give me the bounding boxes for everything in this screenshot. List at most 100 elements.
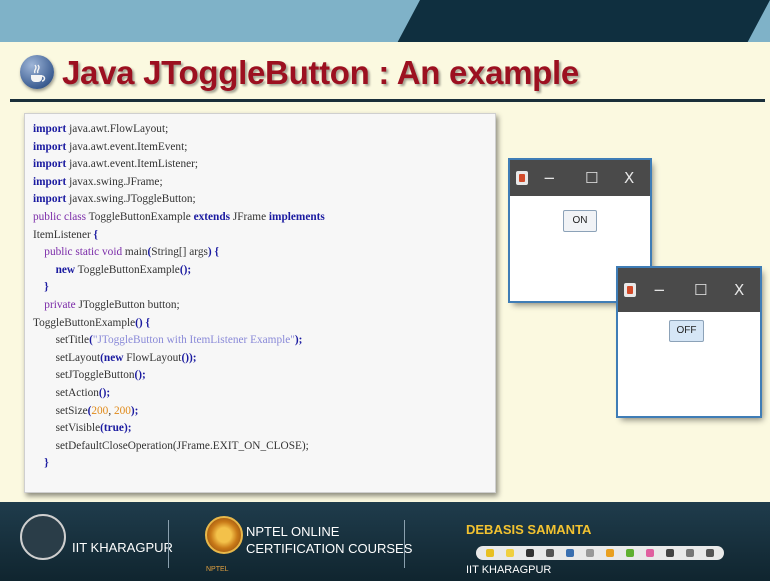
code-token: JFrame: [230, 210, 269, 223]
java-cup-icon: [20, 55, 54, 89]
code-token: "JToggleButton with ItemListener Example…: [92, 334, 295, 347]
code-listing: import java.awt.FlowLayout; import java.a…: [33, 121, 325, 473]
code-token: new: [55, 263, 76, 276]
code-token: ToggleButtonExample: [33, 316, 136, 329]
code-token: main: [122, 246, 148, 259]
line-tool-icon[interactable]: [606, 549, 614, 557]
code-line: import java.awt.FlowLayout;: [33, 121, 325, 139]
code-token: ();: [179, 263, 192, 276]
code-token: 200: [91, 404, 109, 417]
code-line: public static void main(String[] args) {: [33, 244, 325, 262]
slide-title: Java JToggleButton : An example: [62, 54, 579, 91]
code-token: ToggleButtonExample: [86, 210, 194, 223]
window-titlebar: − ☐ X: [510, 160, 650, 196]
title-divider: [10, 99, 765, 102]
toggle-window-off: − ☐ X OFF: [618, 268, 760, 416]
nptel-line-1: NPTEL ONLINE: [246, 524, 340, 539]
code-token: (): [135, 316, 143, 329]
minimize-button[interactable]: −: [543, 169, 556, 187]
code-token: String[] args: [151, 246, 208, 259]
code-token: setSize: [33, 404, 88, 417]
code-token: );: [130, 404, 139, 417]
code-token: JToggleButton button;: [75, 298, 180, 311]
green-pen-icon[interactable]: [626, 549, 634, 557]
code-line: private JToggleButton button;: [33, 297, 325, 315]
institute-label: IIT KHARAGPUR: [72, 540, 173, 555]
close-button[interactable]: X: [624, 169, 634, 187]
code-token: (true);: [100, 422, 132, 435]
code-panel: import java.awt.FlowLayout; import java.a…: [24, 113, 496, 493]
maximize-button[interactable]: ☐: [585, 169, 598, 187]
toggle-button-off[interactable]: OFF: [669, 320, 704, 342]
code-token: setLayout: [33, 351, 101, 364]
code-token: private: [44, 298, 76, 311]
code-line: ItemListener {: [33, 227, 325, 245]
minimize-button[interactable]: −: [653, 281, 666, 299]
code-token: ItemListener: [33, 228, 94, 241]
screen-icon[interactable]: [686, 549, 694, 557]
code-token: setJToggleButton: [33, 369, 135, 382]
pointer-icon[interactable]: [546, 549, 554, 557]
dot-tool-icon[interactable]: [666, 549, 674, 557]
code-line: import java.awt.event.ItemListener;: [33, 156, 325, 174]
marker-icon[interactable]: [526, 549, 534, 557]
code-token: javax.swing.JFrame;: [66, 175, 163, 188]
code-token: import: [33, 158, 67, 171]
code-token: {: [93, 228, 98, 241]
code-line: new ToggleButtonExample();: [33, 262, 325, 280]
code-token: }: [44, 281, 49, 294]
code-line: import java.awt.event.ItemEvent;: [33, 139, 325, 157]
pink-pen-icon[interactable]: [646, 549, 654, 557]
code-token: ();: [134, 369, 146, 382]
nptel-logo-icon: [205, 516, 243, 554]
presenter-affiliation: IIT KHARAGPUR: [466, 564, 552, 576]
annotation-toolbar[interactable]: [476, 546, 724, 560]
code-line: setDefaultCloseOperation(JFrame.EXIT_ON_…: [33, 438, 325, 456]
java-app-icon: [624, 283, 636, 297]
code-line: public class ToggleButtonExample extends…: [33, 209, 325, 227]
code-token: java.awt.FlowLayout;: [66, 123, 169, 135]
presenter-name: DEBASIS SAMANTA: [466, 522, 592, 537]
code-token: FlowLayout: [123, 351, 182, 364]
code-token: public static void: [44, 246, 123, 259]
slide-top-band-dark: [397, 0, 770, 42]
toggle-button-on[interactable]: ON: [563, 210, 597, 232]
code-token: ());: [181, 351, 197, 364]
code-token: java.awt.event.ItemListener;: [66, 158, 199, 171]
highlighter-icon[interactable]: [506, 549, 514, 557]
pen-tool-icon[interactable]: [486, 549, 494, 557]
code-token: }: [44, 457, 49, 470]
nptel-small-label: NPTEL: [206, 566, 229, 573]
maximize-button[interactable]: ☐: [694, 281, 707, 299]
settings-icon[interactable]: [706, 549, 714, 557]
code-line: setAction();: [33, 385, 325, 403]
code-line: setTitle("JToggleButton with ItemListene…: [33, 332, 325, 350]
code-token: import: [33, 175, 67, 188]
code-token: );: [294, 334, 303, 347]
code-token: setAction: [33, 386, 99, 399]
footer-divider: [404, 520, 405, 568]
code-line: ToggleButtonExample() {: [33, 315, 325, 333]
code-token: (new: [100, 351, 124, 364]
code-line: setSize(200, 200);: [33, 403, 325, 421]
code-token: 200: [113, 404, 131, 417]
close-button[interactable]: X: [734, 281, 744, 299]
code-token: extends: [193, 210, 231, 223]
code-line: setLayout(new FlowLayout());: [33, 350, 325, 368]
code-line: }: [33, 455, 325, 473]
code-token: implements: [268, 210, 325, 223]
window-titlebar: − ☐ X: [618, 268, 760, 312]
iit-kharagpur-emblem-icon: [20, 514, 66, 560]
code-token: setTitle: [33, 334, 90, 347]
code-token: {: [214, 246, 219, 259]
code-line: setJToggleButton();: [33, 367, 325, 385]
java-app-icon: [516, 171, 528, 185]
arrow-icon[interactable]: [566, 549, 574, 557]
code-token: ToggleButtonExample: [75, 263, 180, 276]
code-token: public class: [33, 210, 87, 223]
eraser-icon[interactable]: [586, 549, 594, 557]
